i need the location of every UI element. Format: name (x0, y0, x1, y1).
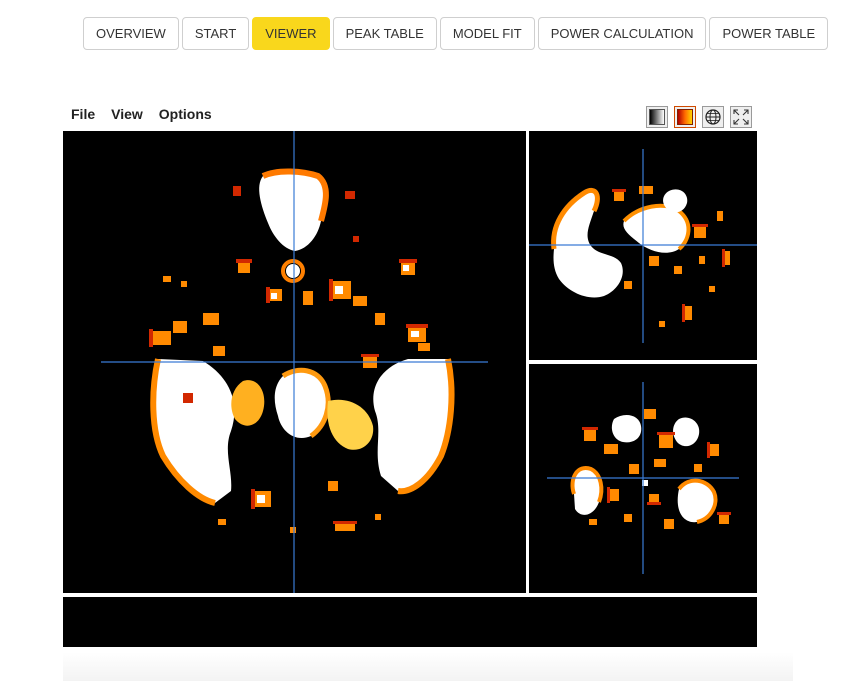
fullscreen-button[interactable] (730, 106, 752, 128)
hot-colormap-button[interactable] (674, 106, 696, 128)
menu-file[interactable]: File (71, 106, 95, 122)
globe-icon (705, 109, 721, 125)
hot-colormap-icon (677, 109, 693, 125)
globe-button[interactable] (702, 106, 724, 128)
tab-power-calculation[interactable]: POWER CALCULATION (537, 17, 707, 50)
sagittal-view[interactable] (529, 131, 757, 360)
coronal-view[interactable] (529, 364, 757, 593)
brain-viewer (63, 131, 757, 647)
viewer-toolbar (646, 106, 752, 128)
axial-slice-image (101, 131, 488, 593)
tab-start[interactable]: START (181, 17, 250, 50)
tab-model-fit[interactable]: MODEL FIT (439, 17, 535, 50)
fullscreen-icon (733, 109, 749, 125)
sagittal-slice-image (529, 149, 757, 343)
menu-options[interactable]: Options (159, 106, 212, 122)
tab-viewer[interactable]: VIEWER (252, 17, 330, 50)
coronal-slice-image (547, 382, 739, 574)
grayscale-colormap-button[interactable] (646, 106, 668, 128)
menu-view[interactable]: View (111, 106, 143, 122)
tab-bar: OVERVIEW START VIEWER PEAK TABLE MODEL F… (83, 17, 829, 50)
viewer-menubar: File View Options (71, 106, 212, 122)
grayscale-colormap-icon (649, 109, 665, 125)
panel-shadow (63, 652, 793, 681)
tab-peak-table[interactable]: PEAK TABLE (332, 17, 437, 50)
tab-power-table[interactable]: POWER TABLE (709, 17, 829, 50)
info-panel (63, 597, 757, 647)
tab-overview[interactable]: OVERVIEW (83, 17, 179, 50)
axial-view[interactable] (63, 131, 526, 593)
